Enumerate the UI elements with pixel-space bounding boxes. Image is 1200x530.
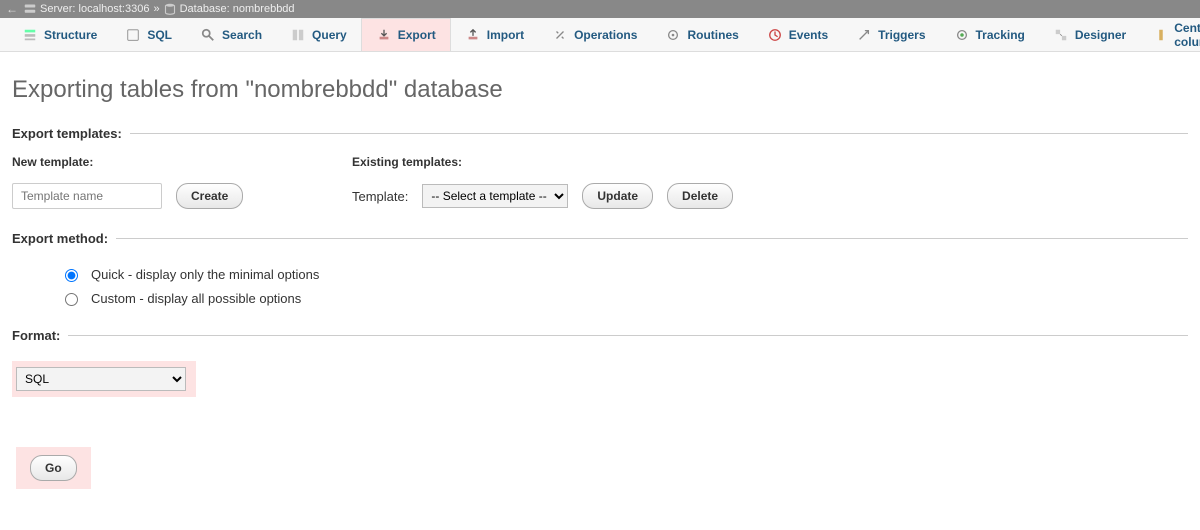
tracking-icon [954, 27, 970, 43]
tab-label: Search [222, 28, 262, 42]
tab-operations[interactable]: Operations [538, 18, 651, 51]
tab-tracking[interactable]: Tracking [940, 18, 1039, 51]
create-button[interactable]: Create [176, 183, 243, 209]
legend-export-templates: Export templates: [10, 126, 130, 141]
central-columns-icon [1154, 27, 1168, 43]
tab-query[interactable]: Query [276, 18, 361, 51]
legend-format: Format: [10, 328, 68, 343]
import-icon [465, 27, 481, 43]
legend-export-method: Export method: [10, 231, 116, 246]
radio-custom[interactable]: Custom - display all possible options [60, 290, 1188, 306]
template-name-input[interactable] [12, 183, 162, 209]
tab-label: Import [487, 28, 524, 42]
tab-label: Structure [44, 28, 97, 42]
search-icon [200, 27, 216, 43]
section-export-templates: Export templates: New template: Create E… [12, 126, 1188, 215]
radio-custom-label: Custom - display all possible options [91, 291, 301, 306]
tab-label: SQL [147, 28, 172, 42]
breadcrumb: ← Server: localhost:3306 » Database: nom… [0, 0, 1200, 18]
page-title: Exporting tables from "nombrebbdd" datab… [12, 76, 1188, 104]
tab-import[interactable]: Import [451, 18, 538, 51]
tab-search[interactable]: Search [186, 18, 276, 51]
tab-label: Operations [574, 28, 637, 42]
format-select[interactable]: SQL [16, 367, 186, 391]
nav-tabs: Structure SQL Search Query Export Import Opera… [0, 18, 1200, 52]
format-select-wrap: SQL [12, 361, 196, 397]
tab-events[interactable]: Events [753, 18, 842, 51]
triggers-icon [856, 27, 872, 43]
tab-label: Export [398, 28, 436, 42]
template-select-label: Template: [352, 189, 408, 204]
tab-routines[interactable]: Routines [651, 18, 752, 51]
tab-label: Tracking [976, 28, 1025, 42]
breadcrumb-separator: » [153, 3, 159, 15]
tab-triggers[interactable]: Triggers [842, 18, 939, 51]
events-icon [767, 27, 783, 43]
breadcrumb-server[interactable]: Server: localhost:3306 [40, 3, 149, 15]
radio-quick-label: Quick - display only the minimal options [91, 267, 319, 282]
sql-icon [125, 27, 141, 43]
structure-icon [22, 27, 38, 43]
section-export-method: Export method: Quick - display only the … [12, 231, 1188, 312]
breadcrumb-database[interactable]: Database: nombrebbdd [180, 3, 295, 15]
export-icon [376, 27, 392, 43]
tab-label: Routines [687, 28, 738, 42]
go-button-wrap: Go [16, 447, 91, 489]
tab-sql[interactable]: SQL [111, 18, 186, 51]
tab-label: Triggers [878, 28, 925, 42]
tab-export[interactable]: Export [361, 18, 451, 51]
template-select[interactable]: -- Select a template -- [422, 184, 568, 208]
update-button[interactable]: Update [582, 183, 653, 209]
tab-label: Query [312, 28, 347, 42]
tab-label: Central columns [1174, 21, 1200, 49]
routines-icon [665, 27, 681, 43]
existing-templates-label: Existing templates: [352, 155, 733, 169]
radio-quick[interactable]: Quick - display only the minimal options [60, 266, 1188, 282]
new-template-label: New template: [12, 155, 292, 169]
tab-label: Designer [1075, 28, 1126, 42]
operations-icon [552, 27, 568, 43]
database-icon [164, 3, 176, 15]
tab-centralcols[interactable]: Central columns [1140, 18, 1200, 51]
section-format: Format: SQL [12, 328, 1188, 403]
back-arrow-icon[interactable]: ← [6, 2, 18, 16]
query-icon [290, 27, 306, 43]
tab-designer[interactable]: Designer [1039, 18, 1140, 51]
radio-custom-input[interactable] [65, 293, 78, 306]
designer-icon [1053, 27, 1069, 43]
tab-structure[interactable]: Structure [8, 18, 111, 51]
tab-label: Events [789, 28, 828, 42]
radio-quick-input[interactable] [65, 269, 78, 282]
go-button[interactable]: Go [30, 455, 77, 481]
delete-button[interactable]: Delete [667, 183, 733, 209]
server-icon [24, 3, 36, 15]
